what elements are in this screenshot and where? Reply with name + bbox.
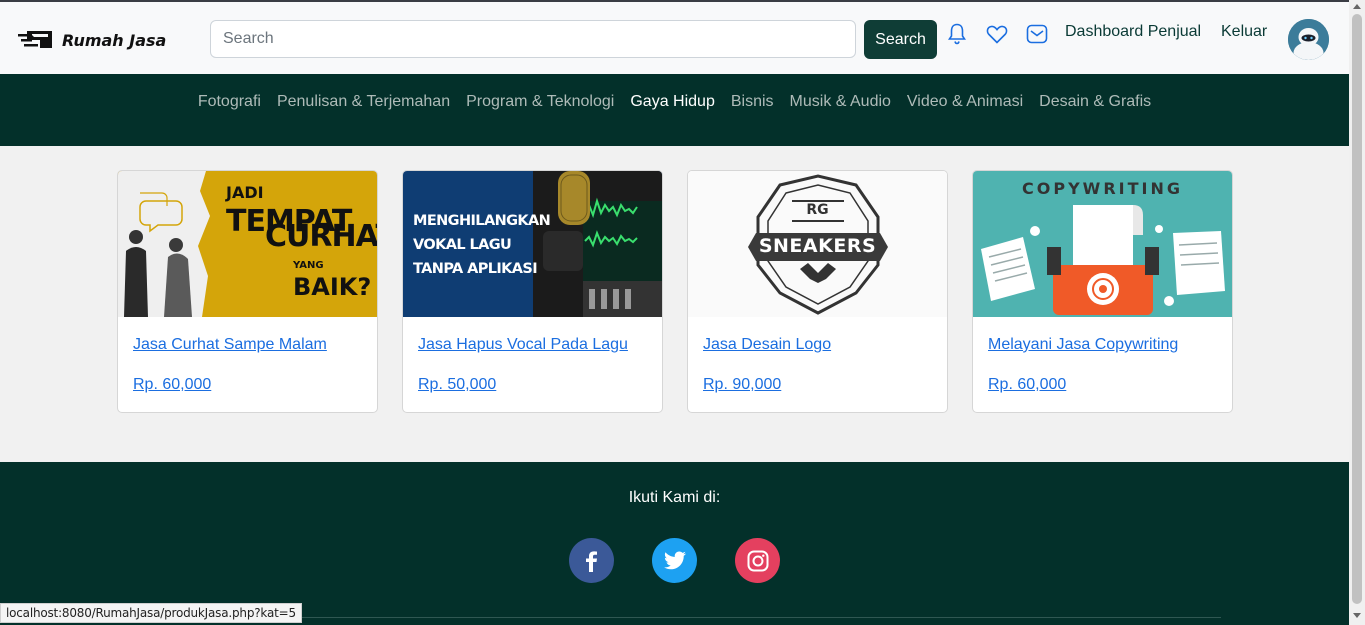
product-card[interactable]: COPYWRITING Melayani Jasa Copywriting Rp… [972, 170, 1233, 413]
scroll-down-icon[interactable] [1353, 613, 1361, 618]
brand-logo[interactable]: Rumah Jasa [18, 28, 166, 52]
image-text: MENGHILANGKAN [413, 213, 551, 229]
facebook-icon[interactable] [569, 538, 614, 583]
image-text: BAIK? [293, 273, 372, 301]
avatar[interactable] [1288, 19, 1329, 60]
product-price[interactable]: Rp. 60,000 [133, 376, 211, 394]
instagram-icon[interactable] [735, 538, 780, 583]
image-text: CURHAT [265, 219, 377, 254]
product-grid: JADI TEMPAT CURHAT YANG BAIK? Jasa Curha… [0, 146, 1349, 462]
scroll-thumb[interactable] [1352, 14, 1362, 604]
product-price[interactable]: Rp. 50,000 [418, 376, 496, 394]
category-desain-grafis[interactable]: Desain & Grafis [1039, 93, 1151, 113]
category-penulisan-terjemahan[interactable]: Penulisan & Terjemahan [277, 93, 450, 113]
link-status-bar: localhost:8080/RumahJasa/produkJasa.php?… [0, 603, 302, 623]
product-image-curhat[interactable]: JADI TEMPAT CURHAT YANG BAIK? [118, 171, 377, 317]
logout-link[interactable]: Keluar [1221, 23, 1267, 41]
product-image-vocal[interactable]: MENGHILANGKAN VOKAL LAGU TANPA APLIKASI [403, 171, 662, 317]
image-text: RG [806, 202, 829, 218]
search-button[interactable]: Search [864, 20, 937, 59]
search-input[interactable]: Search [210, 20, 856, 58]
category-navbar: Fotografi Penulisan & Terjemahan Program… [0, 74, 1349, 146]
image-text: VOKAL LAGU [413, 237, 512, 253]
top-navbar: Rumah Jasa Search Search Dashboard Penju… [0, 0, 1349, 74]
image-text: TANPA APLIKASI [413, 261, 538, 277]
category-musik-audio[interactable]: Musik & Audio [790, 93, 891, 113]
category-fotografi[interactable]: Fotografi [198, 93, 261, 113]
heart-icon[interactable] [985, 22, 1009, 46]
product-title[interactable]: Jasa Hapus Vocal Pada Lagu [418, 336, 628, 354]
product-card[interactable]: MENGHILANGKAN VOKAL LAGU TANPA APLIKASI … [402, 170, 663, 413]
product-image-copywriting[interactable]: COPYWRITING [973, 171, 1232, 317]
product-title[interactable]: Jasa Curhat Sampe Malam [133, 336, 327, 354]
envelope-icon[interactable] [1025, 22, 1049, 46]
logo-icon [18, 31, 52, 48]
bell-icon[interactable] [945, 22, 969, 46]
category-video-animasi[interactable]: Video & Animasi [907, 93, 1023, 113]
image-text: COPYWRITING [1022, 179, 1183, 198]
category-gaya-hidup[interactable]: Gaya Hidup [630, 93, 715, 113]
category-bisnis[interactable]: Bisnis [731, 93, 774, 113]
product-image-logo[interactable]: RG SNEAKERS [688, 171, 947, 317]
image-text: YANG [293, 260, 324, 271]
product-title[interactable]: Jasa Desain Logo [703, 336, 831, 354]
product-card[interactable]: JADI TEMPAT CURHAT YANG BAIK? Jasa Curha… [117, 170, 378, 413]
footer: Ikuti Kami di: [0, 462, 1349, 625]
category-list: Fotografi Penulisan & Terjemahan Program… [198, 93, 1151, 113]
brand-name: Rumah Jasa [62, 30, 167, 50]
product-price[interactable]: Rp. 90,000 [703, 376, 781, 394]
product-card[interactable]: RG SNEAKERS Jasa Desain Logo Rp. 90,000 [687, 170, 948, 413]
category-program-teknologi[interactable]: Program & Teknologi [466, 93, 614, 113]
scroll-up-icon[interactable] [1353, 4, 1361, 9]
vertical-scrollbar[interactable] [1349, 0, 1365, 625]
dashboard-seller-link[interactable]: Dashboard Penjual [1065, 23, 1201, 41]
twitter-icon[interactable] [652, 538, 697, 583]
product-price[interactable]: Rp. 60,000 [988, 376, 1066, 394]
product-title[interactable]: Melayani Jasa Copywriting [988, 336, 1178, 354]
follow-us-label: Ikuti Kami di: [628, 489, 721, 506]
image-text: JADI [226, 183, 264, 202]
image-text: SNEAKERS [758, 235, 877, 257]
